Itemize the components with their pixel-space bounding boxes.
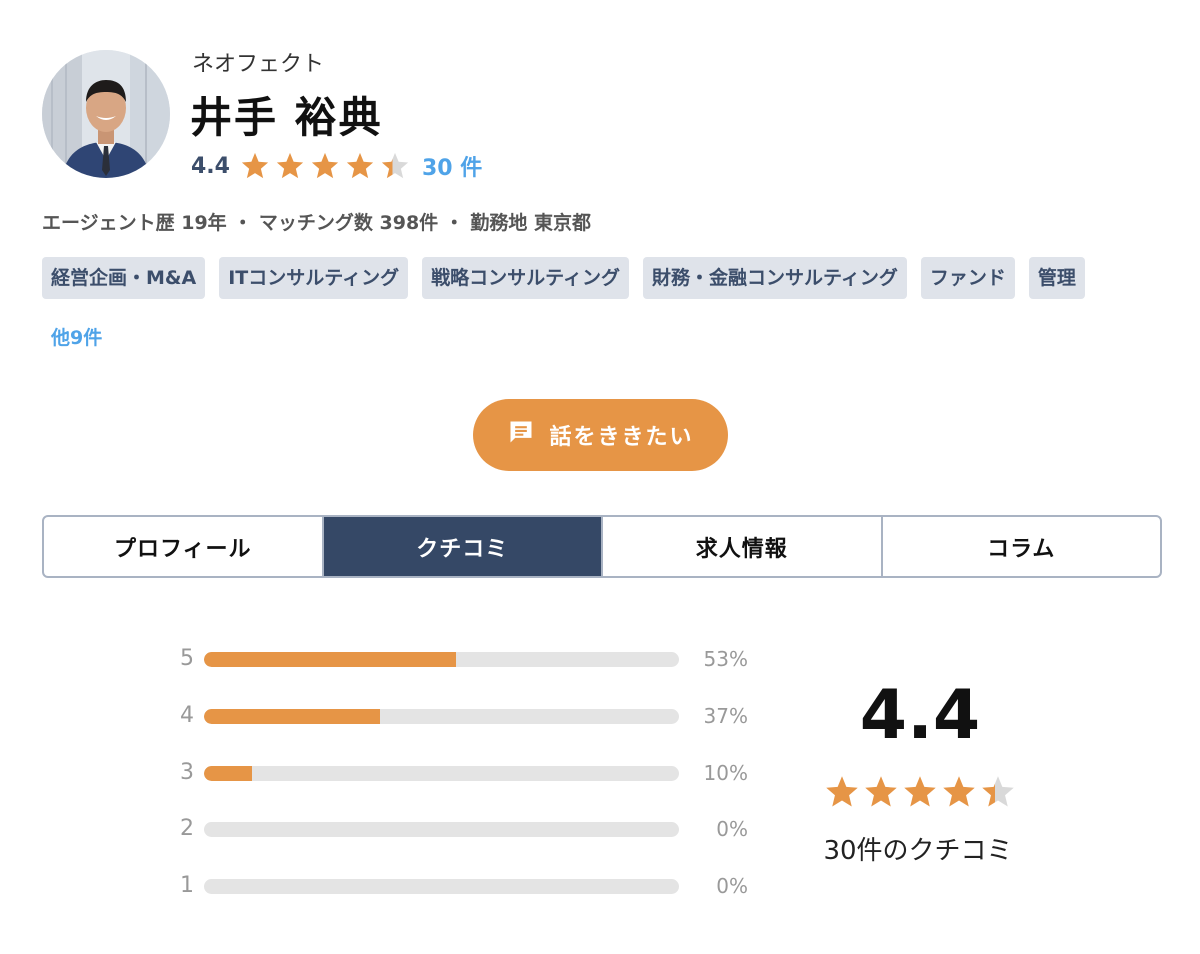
rating-bar-percent: 53% — [703, 647, 748, 671]
star-icon — [826, 776, 858, 807]
rating-bar-star: 3 — [180, 760, 194, 785]
tag: 管理 — [1028, 257, 1085, 299]
specialty-tags: 経営企画・M&A ITコンサルティング 戦略コンサルティング 財務・金融コンサル… — [42, 257, 1085, 299]
tag: 戦略コンサルティング — [422, 257, 629, 299]
star-icon — [311, 152, 339, 179]
star-icon — [276, 152, 304, 179]
rating-bar-track — [204, 709, 679, 724]
agent-meta: エージェント歴 19年 ・ マッチング数 398件 ・ 勤務地 東京都 — [42, 212, 592, 234]
rating-bar-percent: 37% — [703, 704, 748, 728]
rating-bar-percent: 0% — [716, 874, 748, 898]
rating-bar-row: 4 37% — [180, 703, 760, 729]
summary-review-count: 30件のクチコミ — [823, 836, 1013, 866]
star-icon — [381, 152, 409, 179]
agent-avatar — [42, 50, 170, 178]
rating-bar-star: 2 — [180, 816, 194, 841]
tag: 経営企画・M&A — [42, 257, 206, 299]
tab-columns[interactable]: コラム — [883, 517, 1161, 576]
rating-bar-row: 5 53% — [180, 646, 760, 672]
rating-bar-fill — [204, 709, 380, 724]
tab-profile[interactable]: プロフィール — [44, 517, 324, 576]
contact-button-label: 話をききたい — [549, 425, 694, 450]
rating-bar-row: 2 0% — [180, 816, 760, 842]
rating-bar-row: 3 10% — [180, 760, 760, 786]
chat-icon — [507, 418, 535, 452]
company-name: ネオフェクト — [192, 52, 325, 77]
rating-bar-track — [204, 766, 679, 781]
contact-button[interactable]: 話をききたい — [473, 399, 728, 471]
star-icon — [943, 776, 975, 807]
star-icon — [241, 152, 269, 179]
rating-bar-star: 1 — [180, 873, 194, 898]
rating-bar-star: 4 — [180, 703, 194, 728]
review-count-link[interactable]: 30 件 — [422, 150, 482, 182]
tag: 財務・金融コンサルティング — [642, 257, 907, 299]
tab-reviews[interactable]: クチコミ — [323, 517, 603, 576]
rating-bar-row: 1 0% — [180, 873, 760, 899]
rating-bar-track — [204, 822, 679, 837]
star-icon — [982, 776, 1014, 807]
rating-bar-fill — [204, 766, 252, 781]
rating-number: 4.4 — [191, 153, 230, 179]
rating-bar-percent: 0% — [716, 817, 748, 841]
summary-stars — [824, 774, 1016, 810]
rating-bar-percent: 10% — [703, 761, 748, 785]
star-icon — [346, 152, 374, 179]
rating-bar-fill — [204, 652, 456, 667]
tab-jobs[interactable]: 求人情報 — [603, 517, 883, 576]
rating-bar-star: 5 — [180, 646, 194, 671]
rating-bar-track — [204, 879, 679, 894]
more-tags-link[interactable]: 他9件 — [51, 323, 102, 350]
star-icon — [865, 776, 897, 807]
star-icon — [904, 776, 936, 807]
tag: ITコンサルティング — [219, 257, 409, 299]
tab-bar: プロフィール クチコミ 求人情報 コラム — [42, 515, 1162, 578]
rating-stars — [240, 151, 410, 181]
agent-name: 井手 裕典 — [190, 93, 383, 142]
rating-row: 4.4 30 件 — [191, 148, 482, 184]
tag: ファンド — [920, 257, 1015, 299]
summary-score: 4.4 — [859, 676, 981, 755]
rating-bar-track — [204, 652, 679, 667]
